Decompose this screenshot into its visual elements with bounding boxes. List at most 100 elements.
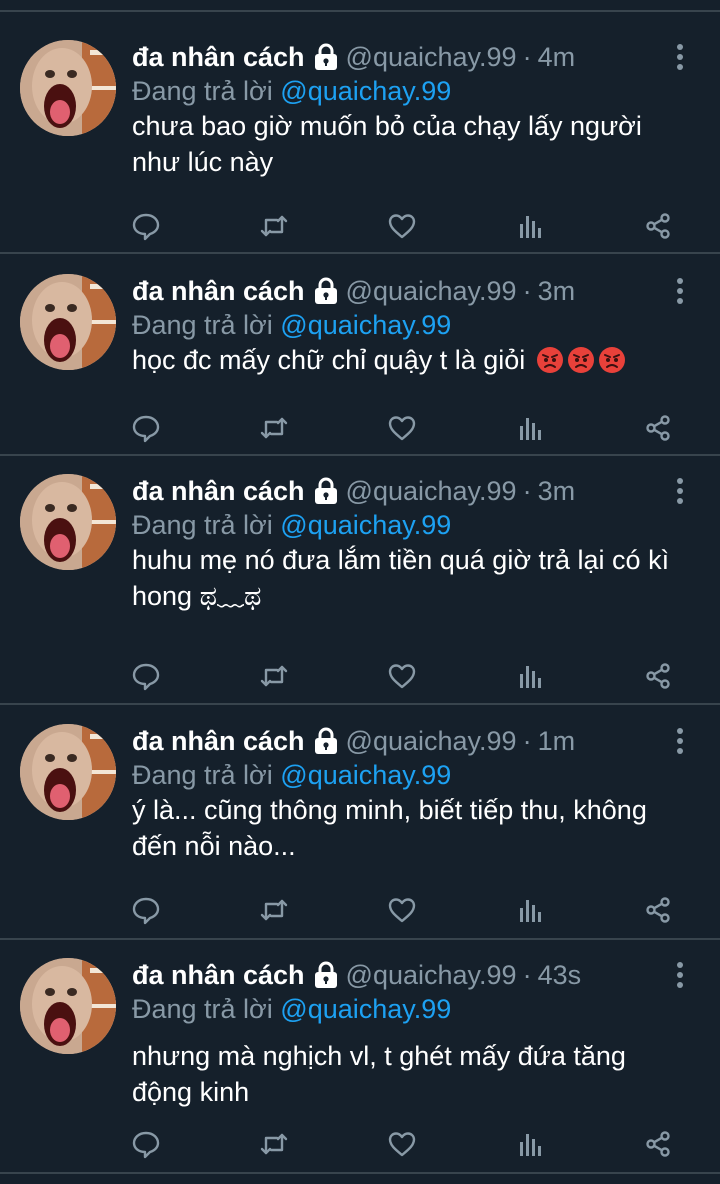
lock-icon: [313, 961, 339, 989]
avatar[interactable]: [20, 724, 116, 820]
retweet-icon[interactable]: [258, 1128, 290, 1160]
pouting-face-emoji: [533, 345, 626, 375]
avatar[interactable]: [20, 274, 116, 370]
action-bar: [0, 412, 720, 446]
more-icon[interactable]: [670, 278, 690, 308]
share-icon[interactable]: [642, 412, 674, 444]
user-handle[interactable]: @quaichay.99: [346, 958, 517, 992]
share-icon[interactable]: [642, 210, 674, 242]
replying-to: Đang trả lời @quaichay.99: [132, 758, 451, 792]
replying-label: Đang trả lời: [132, 76, 273, 106]
tweet-text: ý là... cũng thông minh, biết tiếp thu, …: [132, 792, 692, 864]
replying-to: Đang trả lời @quaichay.99: [132, 308, 451, 342]
timestamp[interactable]: 1m: [538, 724, 576, 758]
divider: [0, 252, 720, 254]
replying-label: Đang trả lời: [132, 310, 273, 340]
reply-icon[interactable]: [130, 1128, 162, 1160]
user-handle[interactable]: @quaichay.99: [346, 274, 517, 308]
lock-icon: [313, 43, 339, 71]
like-icon[interactable]: [386, 412, 418, 444]
more-icon[interactable]: [670, 44, 690, 74]
user-handle[interactable]: @quaichay.99: [346, 474, 517, 508]
mention-link[interactable]: @quaichay.99: [280, 994, 451, 1024]
analytics-icon[interactable]: [514, 894, 546, 926]
separator: ·: [522, 276, 532, 306]
tweet-text-content: học đc mấy chữ chỉ quậy t là giỏi: [132, 345, 526, 375]
analytics-icon[interactable]: [514, 210, 546, 242]
tweet-header: đa nhân cách @quaichay.99 · 1m: [132, 724, 575, 758]
action-bar: [0, 660, 720, 694]
display-name[interactable]: đa nhân cách: [132, 40, 305, 74]
reply-icon[interactable]: [130, 894, 162, 926]
like-icon[interactable]: [386, 1128, 418, 1160]
divider: [0, 1172, 720, 1174]
replying-to: Đang trả lời @quaichay.99: [132, 74, 451, 108]
replying-to: Đang trả lời @quaichay.99: [132, 992, 451, 1026]
tweet-text-content: huhu mẹ nó đưa lắm tiền quá giờ trả lại …: [132, 545, 670, 611]
retweet-icon[interactable]: [258, 894, 290, 926]
separator: ·: [522, 42, 532, 72]
lock-icon: [313, 727, 339, 755]
retweet-icon[interactable]: [258, 412, 290, 444]
mention-link[interactable]: @quaichay.99: [280, 76, 451, 106]
user-handle[interactable]: @quaichay.99: [346, 724, 517, 758]
timestamp[interactable]: 3m: [538, 274, 576, 308]
timestamp[interactable]: 43s: [538, 958, 582, 992]
action-bar: [0, 1128, 720, 1162]
mention-link[interactable]: @quaichay.99: [280, 510, 451, 540]
tweet-header: đa nhân cách @quaichay.99 · 43s: [132, 958, 581, 992]
reply-icon[interactable]: [130, 210, 162, 242]
display-name[interactable]: đa nhân cách: [132, 474, 305, 508]
replying-label: Đang trả lời: [132, 510, 273, 540]
more-icon[interactable]: [670, 478, 690, 508]
more-icon[interactable]: [670, 728, 690, 758]
mention-link[interactable]: @quaichay.99: [280, 760, 451, 790]
share-icon[interactable]: [642, 1128, 674, 1160]
like-icon[interactable]: [386, 660, 418, 692]
replying-label: Đang trả lời: [132, 994, 273, 1024]
tweet-header: đa nhân cách @quaichay.99 · 3m: [132, 274, 575, 308]
tweet-text-content: chưa bao giờ muốn bỏ của chạy lấy người …: [132, 111, 642, 177]
tweet-text: học đc mấy chữ chỉ quậy t là giỏi: [132, 342, 692, 378]
timestamp[interactable]: 3m: [538, 474, 576, 508]
tweet-text: nhưng mà nghịch vl, t ghét mấy đứa tăng …: [132, 1038, 692, 1110]
analytics-icon[interactable]: [514, 1128, 546, 1160]
avatar[interactable]: [20, 40, 116, 136]
divider: [0, 454, 720, 456]
mention-link[interactable]: @quaichay.99: [280, 310, 451, 340]
user-handle[interactable]: @quaichay.99: [346, 40, 517, 74]
display-name[interactable]: đa nhân cách: [132, 958, 305, 992]
lock-icon: [313, 477, 339, 505]
analytics-icon[interactable]: [514, 660, 546, 692]
reply-thread: đa nhân cách @quaichay.99 · 4m Đang trả …: [0, 0, 720, 1184]
more-icon[interactable]: [670, 962, 690, 992]
lock-icon: [313, 277, 339, 305]
timestamp[interactable]: 4m: [538, 40, 576, 74]
separator: ·: [522, 476, 532, 506]
divider: [0, 10, 720, 12]
separator: ·: [522, 960, 532, 990]
display-name[interactable]: đa nhân cách: [132, 274, 305, 308]
action-bar: [0, 210, 720, 244]
replying-to: Đang trả lời @quaichay.99: [132, 508, 451, 542]
reply-icon[interactable]: [130, 412, 162, 444]
avatar[interactable]: [20, 958, 116, 1054]
like-icon[interactable]: [386, 210, 418, 242]
tweet-header: đa nhân cách @quaichay.99 · 3m: [132, 474, 575, 508]
replying-label: Đang trả lời: [132, 760, 273, 790]
share-icon[interactable]: [642, 660, 674, 692]
display-name[interactable]: đa nhân cách: [132, 724, 305, 758]
divider: [0, 938, 720, 940]
analytics-icon[interactable]: [514, 412, 546, 444]
reply-icon[interactable]: [130, 660, 162, 692]
avatar[interactable]: [20, 474, 116, 570]
divider: [0, 703, 720, 705]
retweet-icon[interactable]: [258, 210, 290, 242]
action-bar: [0, 894, 720, 928]
retweet-icon[interactable]: [258, 660, 290, 692]
like-icon[interactable]: [386, 894, 418, 926]
share-icon[interactable]: [642, 894, 674, 926]
tweet-text-content: ý là... cũng thông minh, biết tiếp thu, …: [132, 795, 647, 861]
tweet-text-content: nhưng mà nghịch vl, t ghét mấy đứa tăng …: [132, 1041, 626, 1107]
tweet-header: đa nhân cách @quaichay.99 · 4m: [132, 40, 575, 74]
